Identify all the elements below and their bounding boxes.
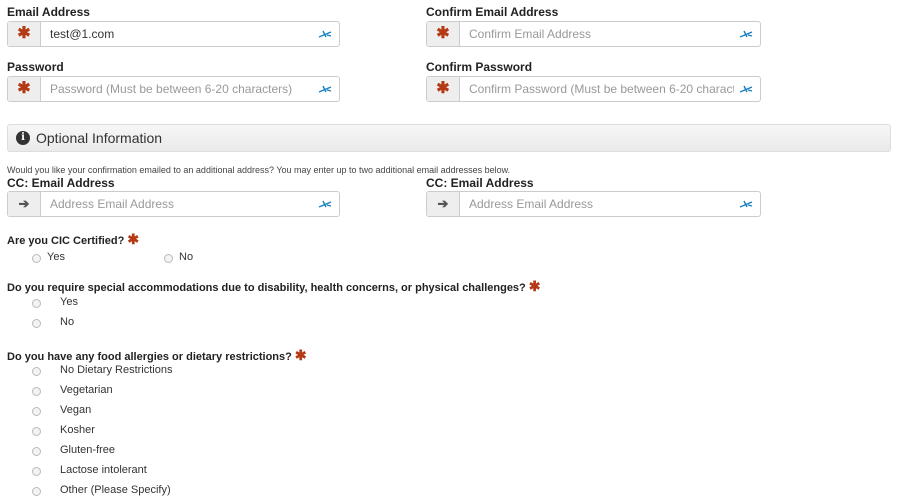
- food-option-label[interactable]: Vegan: [60, 404, 91, 416]
- accommodations-no-radio[interactable]: [32, 319, 41, 328]
- cic-no-label[interactable]: No: [179, 251, 193, 263]
- password-input[interactable]: [50, 77, 312, 101]
- food-option-label[interactable]: Gluten-free: [60, 444, 115, 456]
- confirm-password-field[interactable]: ✱: [426, 76, 761, 102]
- food-option-radio[interactable]: [32, 367, 41, 376]
- password-field[interactable]: ✱: [7, 76, 340, 102]
- food-option-label[interactable]: No Dietary Restrictions: [60, 364, 172, 376]
- forward-addon: ➔: [427, 192, 460, 216]
- asterisk-icon: ✱: [436, 25, 450, 42]
- accommodations-yes-radio[interactable]: [32, 299, 41, 308]
- food-option-radio[interactable]: [32, 387, 41, 396]
- keyboard-icon[interactable]: [317, 196, 333, 212]
- email-input[interactable]: [50, 22, 310, 46]
- keyboard-icon[interactable]: [738, 196, 754, 212]
- food-question: Do you have any food allergies or dietar…: [7, 348, 307, 363]
- email-label: Email Address: [7, 5, 90, 19]
- cc2-field[interactable]: ➔: [426, 191, 761, 217]
- accommodations-question-text: Do you require special accommodations du…: [7, 282, 526, 294]
- food-option-radio[interactable]: [32, 487, 41, 496]
- panel-title: Optional Information: [36, 130, 163, 146]
- food-option-label[interactable]: Kosher: [60, 424, 95, 436]
- accommodations-question: Do you require special accommodations du…: [7, 279, 541, 294]
- email-field[interactable]: ✱: [7, 21, 340, 47]
- arrow-right-icon: ➔: [18, 196, 30, 211]
- cc2-input[interactable]: [469, 192, 729, 216]
- confirm-email-label: Confirm Email Address: [426, 5, 559, 19]
- required-addon: ✱: [427, 77, 460, 101]
- cc1-field[interactable]: ➔: [7, 191, 340, 217]
- required-addon: ✱: [8, 22, 41, 46]
- keyboard-icon[interactable]: [738, 26, 754, 42]
- confirm-password-label: Confirm Password: [426, 60, 533, 74]
- confirm-email-field[interactable]: ✱: [426, 21, 761, 47]
- keyboard-icon[interactable]: [738, 81, 754, 97]
- food-option-radio[interactable]: [32, 447, 41, 456]
- cc1-label: CC: Email Address: [7, 176, 115, 190]
- food-option-radio[interactable]: [32, 467, 41, 476]
- cc1-input[interactable]: [50, 192, 310, 216]
- cc2-label: CC: Email Address: [426, 176, 534, 190]
- food-option-label[interactable]: Lactose intolerant: [60, 464, 147, 476]
- forward-addon: ➔: [8, 192, 41, 216]
- accommodations-no-label[interactable]: No: [60, 316, 74, 328]
- required-addon: ✱: [8, 77, 41, 101]
- asterisk-icon: ✱: [127, 231, 140, 247]
- cc-note: Would you like your confirmation emailed…: [7, 165, 511, 175]
- keyboard-icon[interactable]: [317, 26, 333, 42]
- accommodations-yes-label[interactable]: Yes: [60, 296, 78, 308]
- cic-no-radio[interactable]: [164, 254, 173, 263]
- food-option-radio[interactable]: [32, 407, 41, 416]
- asterisk-icon: ✱: [17, 25, 31, 42]
- required-addon: ✱: [427, 22, 460, 46]
- food-question-text: Do you have any food allergies or dietar…: [7, 351, 292, 363]
- asterisk-icon: ✱: [294, 347, 307, 363]
- cic-question-text: Are you CIC Certified?: [7, 235, 125, 247]
- keyboard-icon[interactable]: [317, 81, 333, 97]
- food-option-label[interactable]: Vegetarian: [60, 384, 113, 396]
- food-option-radio[interactable]: [32, 427, 41, 436]
- asterisk-icon: ✱: [528, 278, 541, 294]
- food-option-label[interactable]: Other (Please Specify): [60, 484, 171, 496]
- cic-yes-label[interactable]: Yes: [47, 251, 65, 263]
- asterisk-icon: ✱: [436, 80, 450, 97]
- info-circle-icon: i: [16, 131, 30, 145]
- arrow-right-icon: ➔: [437, 196, 449, 211]
- asterisk-icon: ✱: [17, 80, 31, 97]
- password-label: Password: [7, 60, 64, 74]
- confirm-email-input[interactable]: [469, 22, 729, 46]
- confirm-password-input[interactable]: [469, 77, 734, 101]
- optional-info-panel: i Optional Information: [7, 124, 891, 152]
- cic-yes-radio[interactable]: [32, 254, 41, 263]
- cic-question: Are you CIC Certified? ✱: [7, 232, 139, 247]
